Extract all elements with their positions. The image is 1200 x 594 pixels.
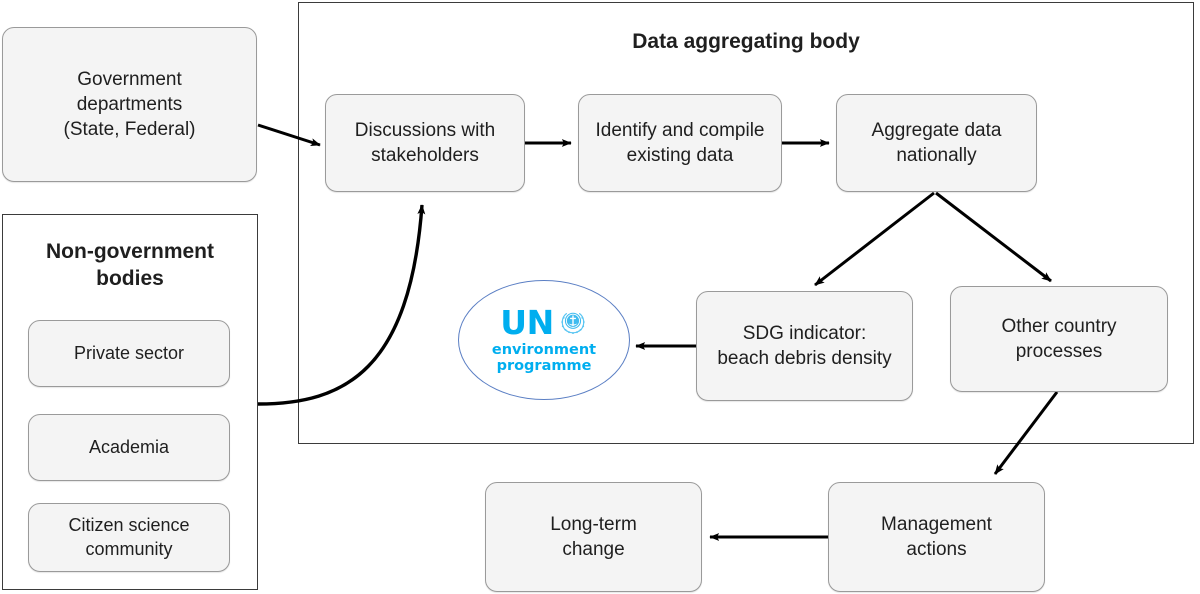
un-emblem-icon: [560, 312, 585, 335]
node-sdg-indicator[interactable]: SDG indicator: beach debris density: [696, 291, 913, 401]
non-government-bodies-title: Non-government bodies: [46, 240, 214, 291]
node-management-actions-label: Management actions: [881, 513, 992, 560]
node-long-term-change-label: Long-term change: [550, 513, 637, 560]
un-logo-row: UN: [500, 306, 587, 339]
node-aggregate-data-nationally-label: Aggregate data nationally: [871, 119, 1002, 166]
node-identify-and-compile[interactable]: Identify and compile existing data: [578, 94, 782, 192]
node-identify-and-compile-label: Identify and compile existing data: [595, 119, 765, 166]
node-citizen-science-community-label: Citizen science community: [68, 514, 190, 559]
node-private-sector[interactable]: Private sector: [28, 320, 230, 387]
diagram-canvas: Data aggregating body Non-government bod…: [0, 0, 1200, 594]
node-other-country-processes-label: Other country processes: [1001, 315, 1117, 362]
data-aggregating-body-title: Data aggregating body: [632, 30, 860, 53]
node-government-departments[interactable]: Government departments (State, Federal): [2, 27, 257, 182]
node-long-term-change[interactable]: Long-term change: [485, 482, 702, 592]
node-management-actions[interactable]: Management actions: [828, 482, 1045, 592]
node-citizen-science-community[interactable]: Citizen science community: [28, 503, 230, 572]
node-discussions-with-stakeholders[interactable]: Discussions with stakeholders: [325, 94, 525, 192]
un-wordmark: UN: [500, 302, 554, 342]
node-government-departments-label: Government departments (State, Federal): [63, 68, 196, 141]
node-discussions-with-stakeholders-label: Discussions with stakeholders: [354, 119, 496, 166]
node-other-country-processes[interactable]: Other country processes: [950, 286, 1168, 392]
un-environment-programme-logo: UN environment programme: [458, 280, 630, 400]
un-logo-tagline: environment programme: [491, 341, 597, 374]
node-academia-label: Academia: [88, 436, 170, 457]
node-private-sector-label: Private sector: [73, 342, 185, 363]
node-aggregate-data-nationally[interactable]: Aggregate data nationally: [836, 94, 1037, 192]
node-academia[interactable]: Academia: [28, 414, 230, 481]
node-sdg-indicator-label: SDG indicator: beach debris density: [717, 322, 892, 369]
